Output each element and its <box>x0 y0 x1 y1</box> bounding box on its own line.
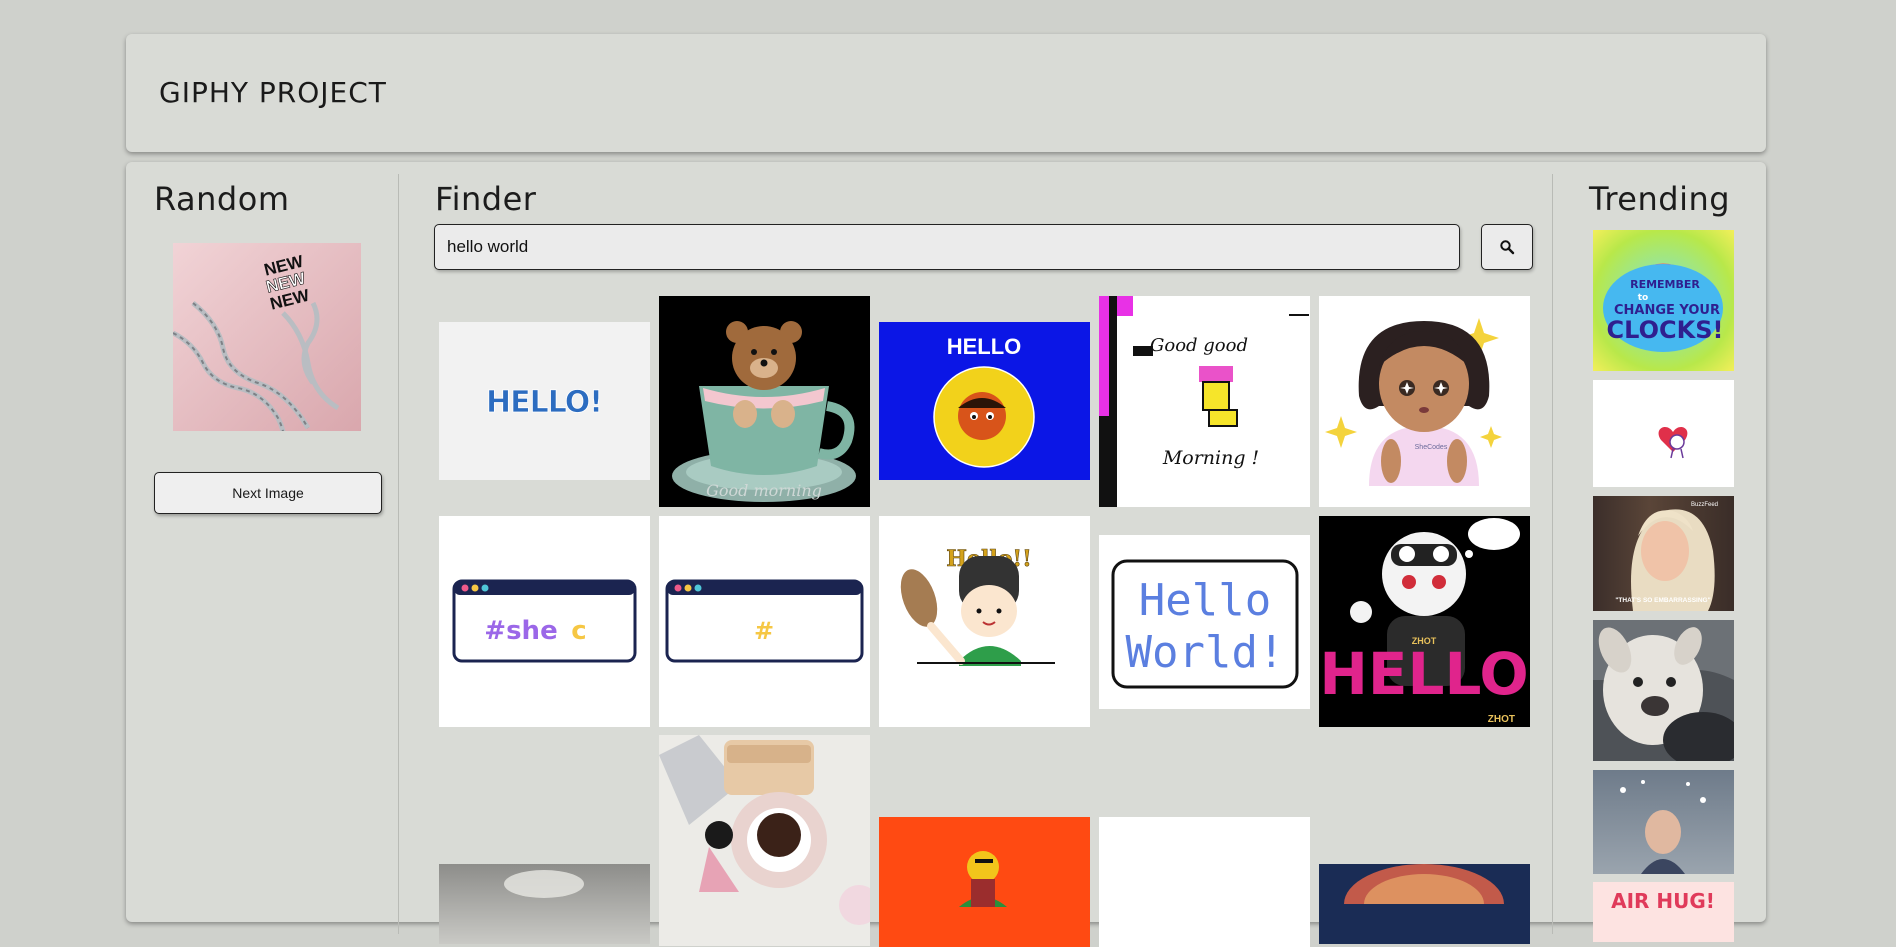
header-card: GIPHY PROJECT <box>126 34 1766 152</box>
result-gif-coffee-desk[interactable] <box>659 735 870 946</box>
clocks-line2: to <box>1638 293 1649 303</box>
result-gif-teddy-cup[interactable]: Good morning <box>659 296 870 507</box>
trending-gif-hearts[interactable] <box>1593 380 1734 487</box>
trending-gif-dog-car[interactable] <box>1593 620 1734 761</box>
column-divider-left <box>398 174 399 934</box>
result-gif-zhot-hello[interactable]: ZHOT HELLO ZHOT <box>1319 516 1530 727</box>
result-gif-white-partial[interactable] <box>1099 817 1310 947</box>
trending-gif-air-hug[interactable]: AIR HUG! <box>1593 882 1734 942</box>
result-gif-shec-window[interactable]: #she c <box>439 516 650 727</box>
result-gif-hello-hat[interactable]: Hello!! <box>879 516 1090 727</box>
result-gif-hello-blocks[interactable]: HELLO! <box>439 322 650 480</box>
app-title: GIPHY PROJECT <box>159 76 387 109</box>
result-gif-orange-man[interactable] <box>879 817 1090 947</box>
finder-heading: Finder <box>435 180 537 218</box>
trending-gif-embarrassing[interactable]: BuzzFeed "THAT'S SO EMBARRASSING" <box>1593 496 1734 611</box>
trending-gif-clocks[interactable]: REMEMBER to CHANGE YOUR CLOCKS! <box>1593 230 1734 371</box>
hello-blue-text: HELLO <box>947 334 1022 359</box>
clocks-line1: REMEMBER <box>1630 278 1700 291</box>
random-heading: Random <box>154 180 290 218</box>
air-hug-text: AIR HUG! <box>1611 889 1715 913</box>
shecodes-shirt-text: SheCodes <box>1415 444 1448 451</box>
trending-heading: Trending <box>1589 180 1731 218</box>
zhot-corner-text: ZHOT <box>1488 714 1515 725</box>
hash-text: # <box>754 617 774 645</box>
main-card: Random NEW NEW NEW Next Image Finder hel… <box>126 162 1766 947</box>
result-gif-hello-blue[interactable]: HELLO <box>879 322 1090 480</box>
hello-world-line1: Hello <box>1139 575 1271 626</box>
result-gif-hello-world-card[interactable]: Hello World! <box>1099 535 1310 709</box>
search-icon <box>1499 239 1515 255</box>
zhot-hello-text: HELLO <box>1319 640 1528 708</box>
search-input[interactable] <box>434 224 1460 270</box>
result-gif-disco-partial[interactable] <box>1319 864 1530 944</box>
shec-text: #she <box>484 616 557 646</box>
hello-world-line2: World! <box>1126 627 1285 678</box>
shec-c-text: c <box>571 616 586 646</box>
teddy-caption: Good morning <box>706 481 822 500</box>
random-gif: NEW NEW NEW <box>173 243 361 431</box>
embarrassing-caption: "THAT'S SO EMBARRASSING" <box>1615 597 1710 604</box>
result-gif-hash-window[interactable]: # <box>659 516 870 727</box>
good-morning-top: Good good <box>1150 335 1248 356</box>
next-image-button[interactable]: Next Image <box>154 472 382 514</box>
result-gif-gray-partial[interactable] <box>439 864 650 944</box>
column-divider-right <box>1552 174 1553 934</box>
hello-blocks-text: HELLO! <box>486 385 602 420</box>
good-morning-bottom: Morning ! <box>1162 447 1259 469</box>
result-gif-shecodes-girl[interactable]: SheCodes <box>1319 296 1530 507</box>
search-button[interactable] <box>1481 224 1533 270</box>
trending-gif-confetti[interactable] <box>1593 770 1734 874</box>
result-gif-good-morning[interactable]: Good good Morning ! <box>1099 296 1310 507</box>
clocks-line4: CLOCKS! <box>1607 316 1724 344</box>
buzzfeed-label: BuzzFeed <box>1691 502 1718 508</box>
